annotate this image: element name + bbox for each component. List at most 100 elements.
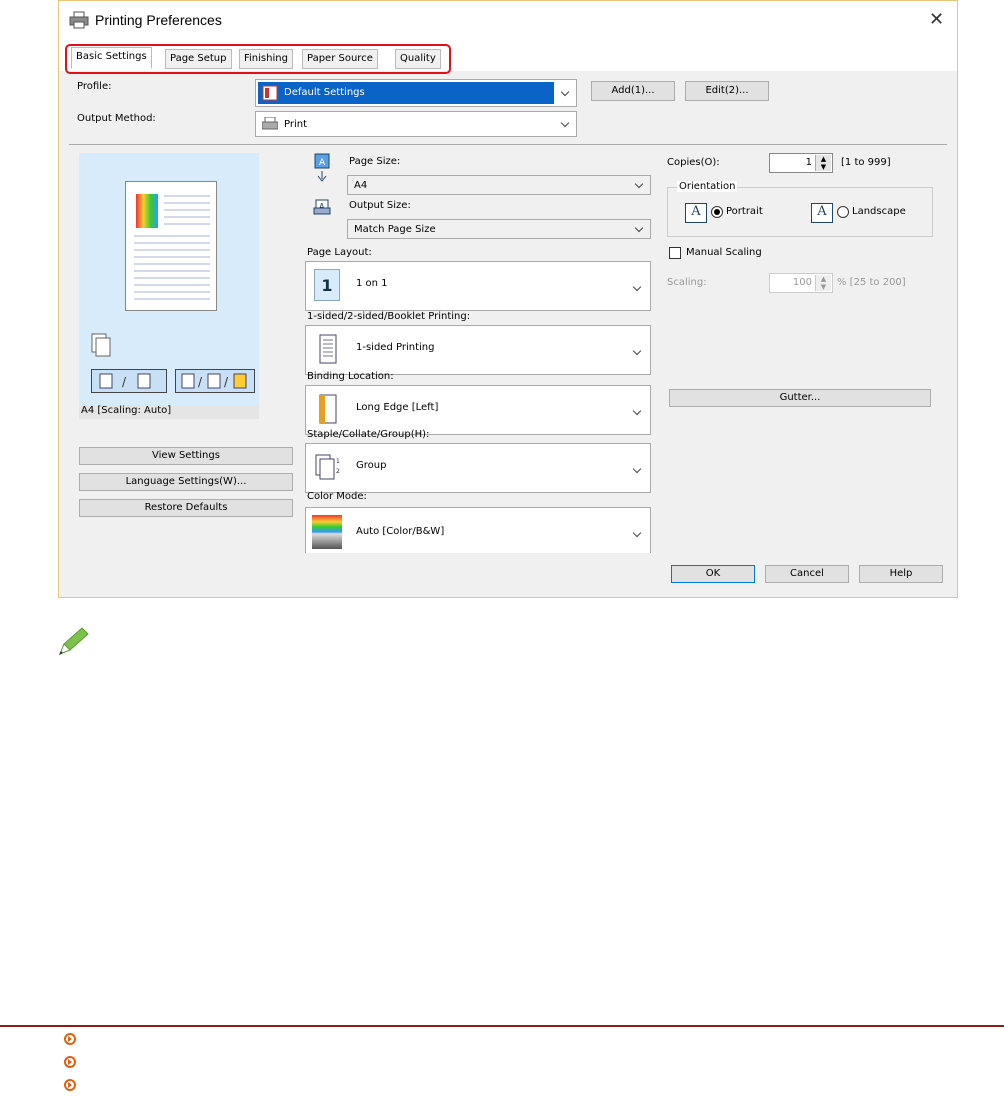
output-method-select[interactable]: Print <box>255 111 577 137</box>
title-bar: Printing Preferences ✕ <box>59 1 957 41</box>
svg-text:/: / <box>198 375 203 389</box>
binding-document-icon <box>319 394 337 424</box>
svg-text:/: / <box>122 375 127 389</box>
profile-label: Profile: <box>77 81 112 92</box>
staple-collate-value: Group <box>356 460 387 471</box>
svg-text:2: 2 <box>336 468 340 475</box>
chevron-down-icon <box>632 282 642 292</box>
chevron-down-icon <box>634 179 644 189</box>
link-arrow-icon[interactable] <box>64 1033 80 1049</box>
binding-icon: / / <box>181 373 247 389</box>
printing-preferences-dialog: Printing Preferences ✕ Basic Settings Pa… <box>58 0 958 598</box>
landscape-label: Landscape <box>852 206 906 217</box>
color-mode-icon <box>312 515 342 549</box>
chevron-down-icon <box>632 346 642 356</box>
manual-scaling-checkbox[interactable] <box>669 247 681 259</box>
manual-scaling-label: Manual Scaling <box>686 247 762 258</box>
sided-printing-select[interactable]: 1-sided Printing <box>305 325 651 375</box>
scaling-label: Scaling: <box>667 277 707 288</box>
gutter-button[interactable]: Gutter... <box>669 389 931 407</box>
output-size-select[interactable]: Match Page Size <box>347 219 651 239</box>
output-size-value: Match Page Size <box>354 224 436 235</box>
sided-printing-label: 1-sided/2-sided/Booklet Printing: <box>307 311 471 322</box>
profile-select[interactable]: Default Settings <box>255 79 577 107</box>
printer-icon <box>69 11 89 29</box>
spinner-arrows-icon[interactable]: ▲ ▼ <box>815 275 831 291</box>
page-layout-icon: 1 <box>314 269 340 301</box>
portrait-radio[interactable] <box>711 206 723 218</box>
landscape-icon: A <box>811 203 833 223</box>
preview-caption-bar: A4 [Scaling: Auto] <box>79 405 259 419</box>
output-size-label: Output Size: <box>349 200 411 211</box>
page-size-icon: A <box>314 153 330 182</box>
link-arrow-icon[interactable] <box>64 1079 80 1095</box>
finishing-preview-button[interactable]: / <box>91 369 167 393</box>
print-icon <box>262 117 278 130</box>
color-mode-select[interactable]: Auto [Color/B&W] <box>305 507 651 553</box>
output-method-value: Print <box>284 119 308 130</box>
page-layout-select[interactable]: 1 1 on 1 <box>305 261 651 311</box>
binding-location-value: Long Edge [Left] <box>356 402 439 413</box>
orientation-label: Orientation <box>677 181 738 192</box>
page-size-value: A4 <box>354 180 368 191</box>
language-settings-button[interactable]: Language Settings(W)... <box>79 473 293 491</box>
output-size-icon: A <box>313 199 331 215</box>
copies-value: 1 <box>805 157 812 168</box>
dialog-title: Printing Preferences <box>95 12 222 28</box>
page-layout-value: 1 on 1 <box>356 278 388 289</box>
svg-text:/: / <box>224 375 229 389</box>
copies-range: [1 to 999] <box>841 157 891 168</box>
binding-preview-button[interactable]: / / <box>175 369 255 393</box>
page-size-label: Page Size: <box>349 156 401 167</box>
copies-spinner[interactable]: 1 ▲ ▼ <box>769 153 833 173</box>
separator <box>69 144 947 145</box>
preview-caption: A4 [Scaling: Auto] <box>81 405 172 416</box>
document-icon <box>319 334 337 364</box>
landscape-radio[interactable] <box>837 206 849 218</box>
copies-stack-icon <box>91 333 111 357</box>
group-icon: 1 2 <box>315 454 340 480</box>
chevron-down-icon <box>632 464 642 474</box>
scaling-spinner[interactable]: 100 ▲ ▼ <box>769 273 833 293</box>
color-mode-label: Color Mode: <box>307 491 367 502</box>
chevron-down-icon <box>634 223 644 233</box>
view-settings-button[interactable]: View Settings <box>79 447 293 465</box>
profile-icon <box>262 85 278 101</box>
preview-pane: / / / <box>79 153 259 413</box>
portrait-icon: A <box>685 203 707 223</box>
profile-value: Default Settings <box>284 87 365 98</box>
restore-defaults-button[interactable]: Restore Defaults <box>79 499 293 517</box>
ok-button[interactable]: OK <box>671 565 755 583</box>
edit-profile-button[interactable]: Edit(2)... <box>685 81 769 101</box>
preview-lines-full <box>134 235 210 300</box>
help-button[interactable]: Help <box>859 565 943 583</box>
chevron-down-icon <box>560 118 570 128</box>
scaling-value: 100 <box>792 277 812 288</box>
tab-strip: Basic Settings Page Setup Finishing Pape… <box>59 41 957 74</box>
binding-location-select[interactable]: Long Edge [Left] <box>305 385 651 435</box>
staple-icon: / <box>99 373 151 389</box>
preview-image <box>136 194 158 228</box>
page-size-select[interactable]: A4 <box>347 175 651 195</box>
svg-text:A: A <box>319 158 326 168</box>
svg-text:1: 1 <box>336 458 340 465</box>
link-arrow-icon[interactable] <box>64 1056 80 1072</box>
page-layout-label: Page Layout: <box>307 247 372 258</box>
staple-collate-select[interactable]: 1 2 Group <box>305 443 651 493</box>
sided-printing-value: 1-sided Printing <box>356 342 435 353</box>
copies-label: Copies(O): <box>667 157 720 168</box>
close-icon[interactable]: ✕ <box>929 9 944 30</box>
chevron-down-icon <box>632 406 642 416</box>
pencil-note-icon <box>59 627 89 655</box>
color-mode-value: Auto [Color/B&W] <box>356 526 445 537</box>
cancel-button[interactable]: Cancel <box>765 565 849 583</box>
add-profile-button[interactable]: Add(1)... <box>591 81 675 101</box>
scaling-range: % [25 to 200] <box>837 277 906 288</box>
portrait-label: Portrait <box>726 206 763 217</box>
spinner-arrows-icon[interactable]: ▲ ▼ <box>815 155 831 171</box>
section-divider <box>0 1025 1004 1027</box>
tabs-highlight-frame <box>65 44 451 74</box>
radio-selected-dot <box>714 209 720 215</box>
chevron-down-icon <box>560 87 570 97</box>
output-method-label: Output Method: <box>77 113 156 124</box>
